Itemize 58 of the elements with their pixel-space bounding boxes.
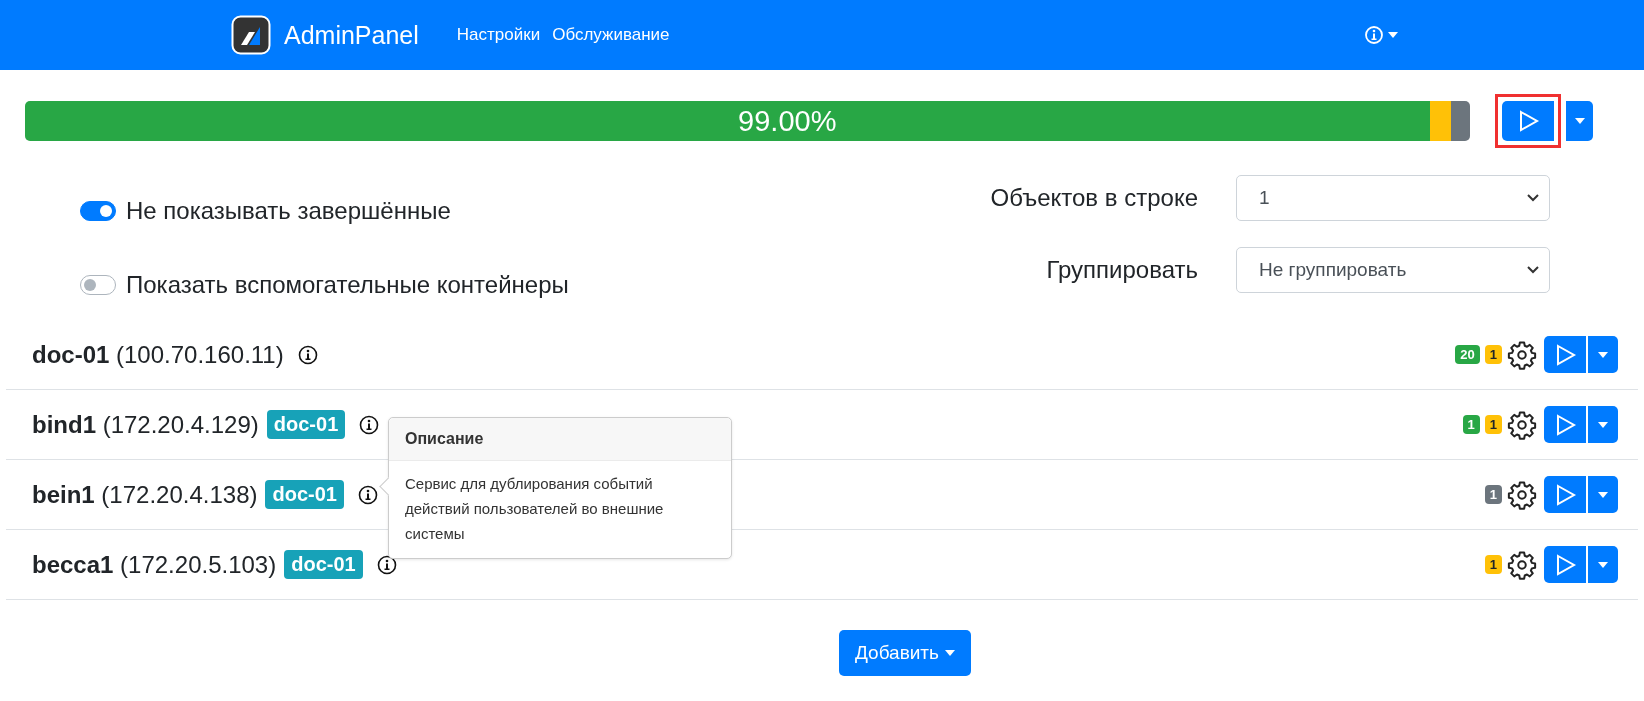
caret-icon bbox=[1598, 421, 1608, 428]
nav-link[interactable]: Обслуживание bbox=[552, 25, 670, 45]
host-tag: doc-01 bbox=[266, 410, 346, 439]
brand-link[interactable]: AdminPanel bbox=[284, 20, 419, 50]
popover-title: Описание bbox=[389, 418, 731, 461]
select-field[interactable]: Не группировать bbox=[1236, 247, 1550, 293]
chevron-icon bbox=[1527, 266, 1539, 274]
count-badge: 1 bbox=[1484, 415, 1502, 434]
host-title: becca1 (172.20.5.103) bbox=[32, 550, 277, 579]
run-button[interactable] bbox=[1544, 406, 1586, 443]
run-button[interactable] bbox=[1544, 336, 1586, 373]
host-title: bein1 (172.20.4.138) bbox=[32, 480, 258, 509]
chevron-icon bbox=[1527, 194, 1539, 202]
progress-segment bbox=[1450, 101, 1470, 141]
settings-icon[interactable] bbox=[1507, 409, 1537, 440]
nav-link[interactable]: Настройки bbox=[456, 25, 541, 45]
count-badge: 1 bbox=[1462, 415, 1480, 434]
run-button[interactable] bbox=[1544, 476, 1586, 513]
dropdown-toggle[interactable] bbox=[1586, 476, 1618, 513]
progress-segment bbox=[1429, 101, 1451, 141]
toggle-label: Не показывать завершённые bbox=[126, 197, 451, 225]
caret-icon bbox=[1598, 351, 1608, 358]
popover-text: Сервис для дублирования событий действий пользователей во внешние системы bbox=[404, 474, 665, 544]
settings-icon[interactable] bbox=[1507, 479, 1537, 510]
dropdown-toggle[interactable] bbox=[1586, 336, 1618, 373]
run-button[interactable] bbox=[1502, 101, 1554, 141]
host-title: doc-01 (100.70.160.11) bbox=[32, 340, 284, 369]
host-tag: doc-01 bbox=[265, 480, 344, 509]
dropdown-toggle[interactable] bbox=[1586, 406, 1618, 443]
host-title: bind1 (172.20.4.129) bbox=[32, 410, 259, 439]
select-field[interactable]: 1 bbox=[1236, 175, 1550, 221]
info-icon[interactable] bbox=[297, 344, 318, 365]
count-badge: 1 bbox=[1484, 345, 1502, 364]
setting-label: Объектов в строке bbox=[989, 184, 1198, 212]
count-badge: 1 bbox=[1484, 555, 1502, 574]
settings-icon[interactable] bbox=[1507, 549, 1537, 580]
caret-icon bbox=[1598, 491, 1608, 498]
host-tag: doc-01 bbox=[284, 550, 363, 579]
info-icon[interactable] bbox=[357, 484, 378, 505]
run-button[interactable] bbox=[1544, 546, 1586, 583]
progress-label: 99.00% bbox=[738, 104, 837, 139]
dropdown-toggle[interactable] bbox=[1586, 546, 1618, 583]
count-badge: 20 bbox=[1455, 345, 1480, 364]
caret-icon bbox=[1598, 561, 1608, 568]
logo-icon[interactable] bbox=[231, 15, 271, 55]
caret-icon bbox=[1388, 32, 1398, 38]
caret-icon bbox=[945, 650, 955, 656]
setting-label: Группировать bbox=[1045, 256, 1198, 284]
info-menu-button[interactable] bbox=[1364, 25, 1398, 45]
toggle-switch[interactable] bbox=[80, 201, 116, 221]
info-icon[interactable] bbox=[376, 554, 397, 575]
toggle-label: Показать вспомогательные контейнеры bbox=[126, 271, 569, 299]
settings-icon[interactable] bbox=[1507, 339, 1537, 370]
caret-icon bbox=[1574, 118, 1585, 124]
toggle-switch[interactable] bbox=[80, 275, 116, 295]
add-button[interactable]: Добавить bbox=[839, 630, 971, 676]
info-icon[interactable] bbox=[359, 414, 380, 435]
count-badge: 1 bbox=[1484, 485, 1502, 504]
